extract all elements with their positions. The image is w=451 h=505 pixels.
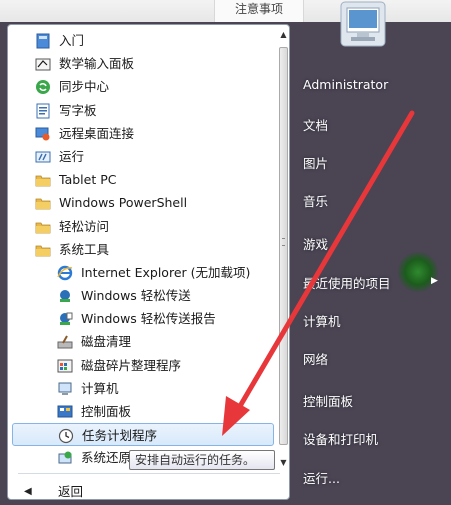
program-item[interactable]: 远程桌面连接	[8, 122, 278, 145]
computer-icon	[57, 381, 73, 397]
easy-transfer-icon	[57, 288, 73, 304]
program-item[interactable]: Internet Explorer (无加载项)	[8, 261, 278, 284]
program-item-label: 控制面板	[81, 404, 132, 419]
program-item-label: 系统还原	[81, 450, 132, 466]
user-name-link[interactable]: Administrator	[303, 77, 388, 92]
program-item[interactable]: Windows 轻松传送报告	[8, 307, 278, 330]
right-menu-item[interactable]: 图片	[303, 153, 328, 172]
right-menu-item[interactable]: 网络	[303, 349, 328, 368]
wordpad-icon	[35, 103, 51, 119]
background-tab-label: 注意事项	[234, 2, 283, 16]
right-menu-item[interactable]: 运行...	[303, 468, 340, 487]
getting-started-icon	[35, 33, 51, 49]
program-item[interactable]: 磁盘清理	[8, 330, 278, 353]
user-picture-icon	[340, 1, 386, 47]
folder-icon	[35, 242, 51, 258]
program-item[interactable]: 计算机	[8, 377, 278, 400]
program-item-label: Windows PowerShell	[59, 195, 188, 211]
program-item-label: 轻松访问	[59, 218, 110, 234]
remote-desktop-icon	[35, 126, 51, 142]
back-button[interactable]: ◀ 返回	[8, 481, 288, 503]
program-item[interactable]: 磁盘碎片整理程序	[8, 354, 278, 377]
scrollbar[interactable]: ▲ ▼	[278, 29, 289, 469]
program-item-label: 远程桌面连接	[59, 125, 135, 141]
program-item-label: 磁盘碎片整理程序	[81, 357, 182, 373]
folder-icon	[35, 195, 51, 211]
defragmenter-icon	[57, 358, 73, 374]
folder-icon	[35, 219, 51, 235]
program-item-label: 数学输入面板	[59, 56, 135, 72]
program-item-label: 任务计划程序	[82, 428, 158, 444]
program-item[interactable]: 数学输入面板	[8, 52, 278, 75]
right-menu-item[interactable]: 设备和打印机	[303, 429, 378, 448]
right-menu-item[interactable]: 控制面板	[303, 391, 353, 410]
system-restore-icon	[57, 450, 73, 466]
math-input-icon	[35, 56, 51, 72]
program-item-label: Internet Explorer (无加载项)	[81, 264, 251, 280]
program-item-label: 写字板	[59, 102, 97, 118]
program-item[interactable]: 写字板	[8, 99, 278, 122]
submenu-arrow-icon: ▶	[431, 276, 438, 286]
internet-explorer-icon	[57, 265, 73, 281]
program-item[interactable]: Windows 轻松传送	[8, 284, 278, 307]
cursor-highlight	[398, 252, 438, 292]
clock-icon	[58, 428, 74, 444]
right-menu-item[interactable]: 计算机	[303, 311, 341, 330]
right-menu-item[interactable]: 文档	[303, 115, 328, 134]
folder-icon	[35, 172, 51, 188]
program-item[interactable]: 轻松访问	[8, 215, 278, 238]
program-item-label: Windows 轻松传送	[81, 288, 191, 304]
program-list: 入门数学输入面板 同步中心写字板远程桌面连接 运行 Tablet PC Windows …	[8, 29, 278, 470]
program-item[interactable]: 控制面板	[8, 400, 278, 423]
disk-cleanup-icon	[57, 334, 73, 350]
right-menu-item[interactable]: 游戏	[303, 234, 328, 253]
right-menu-item[interactable]: 音乐	[303, 191, 328, 210]
divider	[18, 473, 280, 474]
back-label: 返回	[58, 484, 84, 499]
all-programs-panel: 入门数学输入面板 同步中心写字板远程桌面连接 运行 Tablet PC Windows …	[7, 24, 290, 500]
tooltip: 安排自动运行的任务。	[129, 450, 275, 470]
program-item[interactable]: Windows PowerShell	[8, 191, 278, 214]
program-item-label: 同步中心	[59, 79, 110, 95]
program-item-label: Tablet PC	[59, 172, 117, 188]
program-item-label: 磁盘清理	[81, 334, 132, 350]
program-item-label: 入门	[59, 33, 85, 48]
back-arrow-icon: ◀	[24, 486, 32, 497]
sync-center-icon	[35, 79, 51, 95]
scroll-grip-icon	[282, 238, 285, 246]
scroll-thumb[interactable]	[279, 47, 288, 445]
program-item[interactable]: 入门	[8, 29, 278, 52]
program-item[interactable]: 运行	[8, 145, 278, 168]
program-item-label: 计算机	[81, 380, 119, 396]
run-icon	[35, 149, 51, 165]
program-item-label: Windows 轻松传送报告	[81, 311, 216, 327]
program-item[interactable]: 任务计划程序	[12, 423, 274, 447]
background-tab: 注意事项	[214, 0, 304, 22]
easy-transfer-report-icon	[57, 311, 73, 327]
program-item-label: 系统工具	[59, 241, 110, 257]
scroll-down-arrow-icon[interactable]: ▼	[278, 457, 289, 469]
scroll-up-arrow-icon[interactable]: ▲	[278, 29, 289, 41]
right-menu-item[interactable]: 最近使用的项目	[303, 273, 391, 292]
program-item-label: 运行	[59, 148, 85, 164]
program-item[interactable]: 同步中心	[8, 75, 278, 98]
control-panel-icon	[57, 404, 73, 420]
program-item[interactable]: Tablet PC	[8, 168, 278, 191]
program-item[interactable]: 系统工具	[8, 238, 278, 261]
